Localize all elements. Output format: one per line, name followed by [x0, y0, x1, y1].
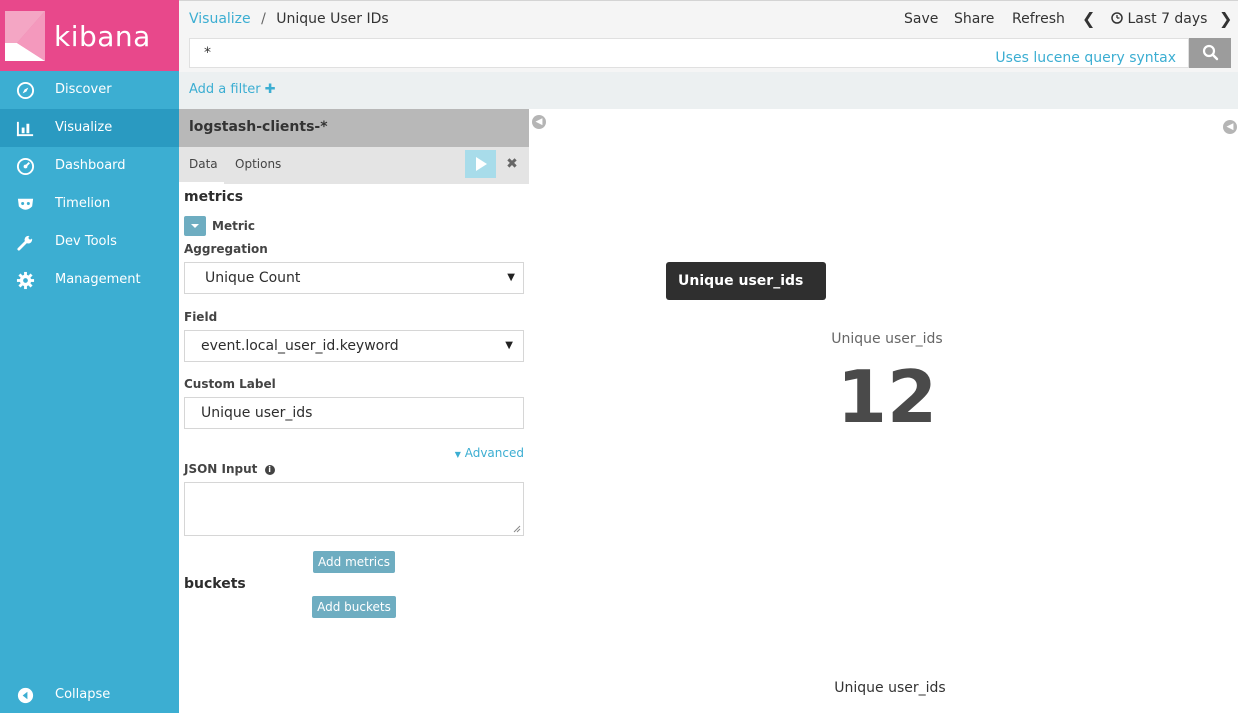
sidebar-item-label: Visualize: [55, 120, 113, 135]
add-filter-button[interactable]: Add a filter ✚: [189, 82, 276, 97]
custom-label-label: Custom Label: [184, 377, 276, 391]
close-icon: ✖: [506, 156, 518, 172]
sidebar-item-discover[interactable]: Discover: [0, 71, 179, 109]
sidebar-item-label: Dashboard: [55, 158, 126, 173]
gear-icon: [16, 271, 35, 290]
sidebar-item-management[interactable]: Management: [0, 261, 179, 299]
field-select[interactable]: event.local_user_id.keyword ▼: [184, 330, 524, 362]
sidebar-item-label: Timelion: [55, 196, 111, 211]
custom-label-value: Unique user_ids: [201, 405, 313, 421]
field-value: event.local_user_id.keyword: [201, 338, 399, 354]
sidebar-collapse[interactable]: Collapse: [0, 676, 179, 714]
index-pattern-name: logstash-clients-*: [189, 119, 328, 135]
save-button[interactable]: Save: [904, 11, 938, 27]
tooltip-value: 12: [684, 311, 702, 327]
play-icon: [476, 157, 487, 171]
caret-down-icon: [191, 224, 199, 228]
tooltip-label: Unique user_ids: [678, 273, 804, 289]
sidebar-item-label: Dev Tools: [55, 234, 117, 249]
search-icon: [1202, 44, 1219, 61]
add-metrics-button[interactable]: Add metrics: [313, 551, 395, 573]
caret-down-icon: ▼: [505, 340, 513, 351]
editor-body: metrics Metric Aggregation Unique Count …: [179, 184, 583, 713]
time-picker[interactable]: Last 7 days: [1111, 11, 1207, 27]
sidebar-item-label: Management: [55, 272, 141, 287]
sidebar-nav: kibana Discover Visualize Dashboard Time…: [0, 0, 179, 713]
sidebar-item-dashboard[interactable]: Dashboard: [0, 147, 179, 185]
compass-icon: [16, 81, 35, 100]
aggregation-select[interactable]: Unique Count ▼: [184, 262, 524, 294]
collapse-left-icon: [17, 687, 34, 704]
sidebar-item-visualize[interactable]: Visualize: [0, 109, 179, 147]
custom-label-input[interactable]: Unique user_ids: [184, 397, 524, 429]
breadcrumb-visualize-link[interactable]: Visualize: [189, 11, 251, 27]
caret-down-icon: ▼: [454, 450, 461, 459]
metric-collapse-toggle[interactable]: [184, 216, 206, 236]
time-range-label: Last 7 days: [1127, 11, 1208, 27]
breadcrumb: Visualize / Unique User IDs: [189, 11, 389, 27]
sidebar-item-label: Discover: [55, 82, 112, 97]
time-back-chevron-icon[interactable]: ❮: [1082, 9, 1095, 28]
top-navbar: Visualize / Unique User IDs Save Share R…: [179, 0, 1238, 36]
breadcrumb-current: Unique User IDs: [276, 11, 389, 27]
editor-tabs: Data Options ✖: [179, 147, 529, 184]
add-buckets-button[interactable]: Add buckets: [312, 596, 396, 618]
json-input-textarea[interactable]: [184, 482, 524, 536]
search-input[interactable]: * Uses lucene query syntax: [189, 38, 1189, 68]
info-icon[interactable]: i: [264, 464, 275, 475]
apply-changes-button[interactable]: [465, 150, 496, 178]
time-forward-chevron-icon[interactable]: ❯: [1219, 9, 1232, 28]
filter-bar: Add a filter ✚: [179, 72, 1238, 109]
metric-title: Unique user_ids: [831, 331, 943, 347]
kibana-logo-icon: [5, 11, 45, 61]
resize-handle-icon: [513, 525, 521, 533]
index-pattern-header: logstash-clients-*: [179, 109, 529, 147]
json-input-label-row: JSON Input i: [184, 462, 275, 476]
timelion-mask-icon: [17, 198, 34, 210]
visualization-panel: ◀ ◀ Unique user_ids 12 Unique user_ids 1…: [529, 109, 1238, 713]
query-bar: * Uses lucene query syntax: [179, 36, 1238, 72]
collapse-label: Collapse: [55, 687, 111, 702]
aggregation-value: Unique Count: [205, 270, 301, 286]
search-button[interactable]: [1189, 38, 1231, 68]
metric-bottom-label: Unique user_ids: [834, 680, 946, 696]
breadcrumb-separator: /: [261, 11, 266, 27]
buckets-section-title: buckets: [184, 576, 246, 592]
collapse-chevron-left-icon[interactable]: ◀: [1223, 120, 1237, 134]
aggregation-label: Aggregation: [184, 242, 268, 256]
dashboard-gauge-icon: [16, 157, 35, 176]
json-input-label: JSON Input: [184, 462, 258, 476]
bar-chart-icon: [16, 121, 34, 137]
metrics-section-title: metrics: [184, 189, 244, 205]
sidebar-item-timelion[interactable]: Timelion: [0, 185, 179, 223]
caret-down-icon: ▼: [507, 272, 515, 283]
clock-icon: [1111, 12, 1123, 24]
plus-icon: ✚: [264, 82, 276, 97]
wrench-icon: [17, 235, 33, 251]
metric-value[interactable]: 12: [529, 355, 1238, 439]
sidebar-item-dev-tools[interactable]: Dev Tools: [0, 223, 179, 261]
discard-changes-button[interactable]: ✖: [499, 150, 525, 178]
tab-options[interactable]: Options: [235, 157, 281, 171]
share-button[interactable]: Share: [954, 11, 994, 27]
field-label: Field: [184, 310, 218, 324]
lucene-syntax-link[interactable]: Uses lucene query syntax: [995, 44, 1176, 72]
tab-data[interactable]: Data: [189, 157, 218, 171]
metric-tooltip: Unique user_ids 12: [666, 262, 826, 327]
refresh-button[interactable]: Refresh: [1012, 11, 1065, 27]
advanced-label: Advanced: [464, 446, 524, 460]
advanced-toggle[interactable]: ▼ Advanced: [455, 446, 524, 460]
kibana-logo[interactable]: kibana: [0, 0, 179, 71]
query-value: *: [204, 45, 211, 61]
add-filter-label: Add a filter: [189, 82, 261, 97]
metric-label: Metric: [212, 219, 255, 233]
logo-text: kibana: [54, 20, 151, 53]
collapse-editor-chevron-left-icon[interactable]: ◀: [532, 115, 546, 129]
